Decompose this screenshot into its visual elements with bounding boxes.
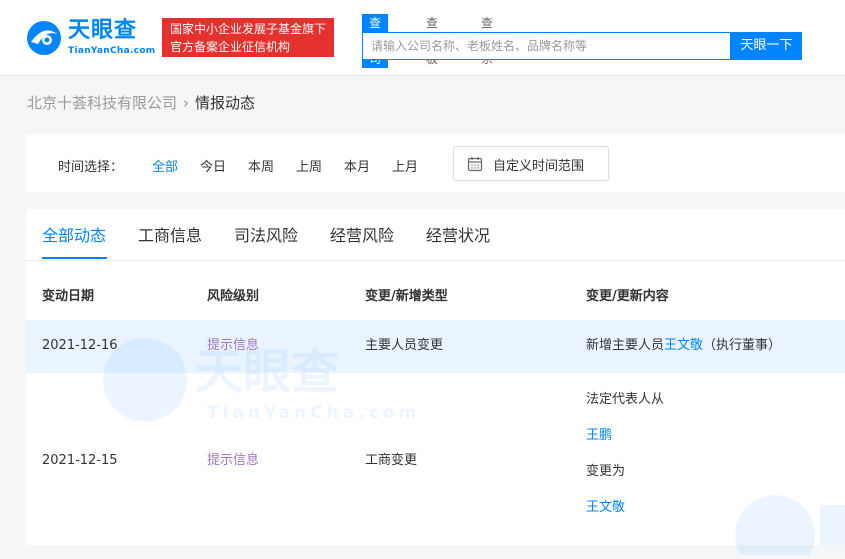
table-row[interactable]: 2021-12-16 提示信息 主要人员变更 新增主要人员王文敬（执行董事） <box>26 320 845 373</box>
time-option-all[interactable]: 全部 <box>152 156 178 175</box>
logo-eye-icon <box>27 21 61 55</box>
breadcrumb-company-link[interactable]: 北京十荟科技有限公司 <box>27 94 177 112</box>
official-badge: 国家中小企业发展子基金旗下 官方备案企业征信机构 <box>162 18 334 57</box>
time-option-this-week[interactable]: 本周 <box>248 156 274 175</box>
tianyancha-logo[interactable]: 天眼查 TianYanCha.com <box>26 18 155 58</box>
content-line-3: 变更为 <box>586 464 626 479</box>
row-risk-level[interactable]: 提示信息 <box>207 451 259 471</box>
top-header: 天眼查 TianYanCha.com 国家中小企业发展子基金旗下 官方备案企业征… <box>0 0 845 76</box>
content-suffix: （执行董事） <box>703 338 782 353</box>
table-header: 变动日期 风险级别 变更/新增类型 变更/更新内容 <box>26 260 845 320</box>
row-change-type: 主要人员变更 <box>365 338 444 353</box>
content-line-1: 法定代表人从 <box>586 392 665 407</box>
to-person-link[interactable]: 王文敬 <box>586 498 625 518</box>
badge-line-2: 官方备案企业征信机构 <box>170 40 291 54</box>
category-tabs: 全部动态 工商信息 司法风险 经营风险 经营状况 <box>26 209 845 261</box>
row-date: 2021-12-15 <box>42 453 118 468</box>
badge-line-1: 国家中小企业发展子基金旗下 <box>170 22 327 36</box>
tab-operating-risk[interactable]: 经营风险 <box>330 226 394 246</box>
search-input[interactable] <box>363 33 728 59</box>
row-risk-level[interactable]: 提示信息 <box>207 336 259 356</box>
tab-all-dynamics[interactable]: 全部动态 <box>42 226 106 246</box>
breadcrumb: 北京十荟科技有限公司 › 情报动态 <box>27 93 255 113</box>
row-change-type: 工商变更 <box>365 453 418 468</box>
from-person-link[interactable]: 王鹏 <box>586 426 612 446</box>
logo-text: 天眼查 <box>68 18 138 43</box>
time-option-last-week[interactable]: 上周 <box>296 156 322 175</box>
header-change-date: 变动日期 <box>42 289 95 304</box>
calendar-icon <box>467 157 483 172</box>
time-option-today[interactable]: 今日 <box>200 156 226 175</box>
time-option-last-month[interactable]: 上月 <box>392 156 418 175</box>
active-tab-indicator <box>42 257 107 259</box>
header-change-type: 变更/新增类型 <box>365 289 448 304</box>
header-risk-level: 风险级别 <box>207 289 260 304</box>
search-button[interactable]: 天眼一下 <box>731 32 802 60</box>
custom-range-label: 自定义时间范围 <box>493 159 585 174</box>
table-row[interactable]: 2021-12-15 提示信息 工商变更 法定代表人从 王鹏 变更为 王文敬 <box>26 373 845 545</box>
person-link[interactable]: 王文敬 <box>664 338 703 353</box>
breadcrumb-current: 情报动态 <box>195 94 256 112</box>
dynamics-panel: 全部动态 工商信息 司法风险 经营风险 经营状况 变动日期 风险级别 变更/新增… <box>26 209 845 545</box>
content-prefix: 新增主要人员 <box>586 338 665 353</box>
tab-operating-status[interactable]: 经营状况 <box>426 226 490 246</box>
tab-judicial-risk[interactable]: 司法风险 <box>234 226 298 246</box>
breadcrumb-separator: › <box>183 94 190 112</box>
custom-range-button[interactable]: 自定义时间范围 <box>453 146 609 181</box>
header-change-content: 变更/更新内容 <box>586 289 669 304</box>
tab-business-info[interactable]: 工商信息 <box>138 226 202 246</box>
time-option-this-month[interactable]: 本月 <box>344 156 370 175</box>
search-box <box>362 32 731 60</box>
time-filter-label: 时间选择： <box>58 160 124 175</box>
time-filter-bar: 时间选择： 全部 今日 本周 上周 本月 上月 自定义时间范围 <box>26 134 845 192</box>
row-change-content: 新增主要人员王文敬（执行董事） <box>586 336 781 356</box>
row-date: 2021-12-16 <box>42 338 118 353</box>
logo-domain: TianYanCha.com <box>68 46 156 56</box>
